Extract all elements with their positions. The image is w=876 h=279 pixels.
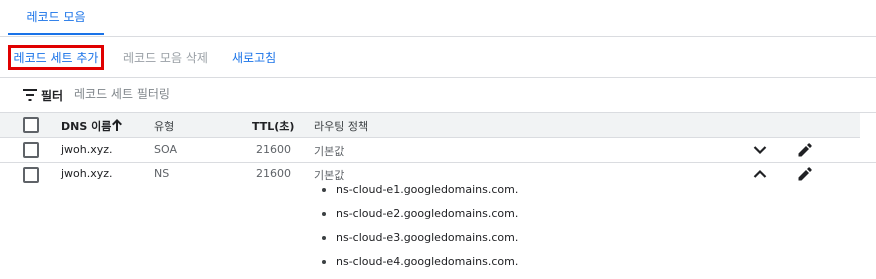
refresh-button[interactable]: 새로고침	[232, 45, 276, 70]
record-value: ns-cloud-e4.googledomains.com.	[336, 255, 519, 268]
tab-record-sets[interactable]: 레코드 모음	[8, 0, 104, 35]
column-header-type[interactable]: 유형	[154, 118, 174, 134]
edit-pencil-icon	[798, 167, 812, 181]
record-value: ns-cloud-e3.googledomains.com.	[336, 231, 519, 244]
column-header-routing-policy: 라우팅 정책	[314, 120, 369, 133]
bullet	[322, 212, 326, 216]
list-item: ns-cloud-e3.googledomains.com.	[322, 231, 518, 251]
routing-policy-cell: 기본값	[314, 145, 345, 158]
delete-record-sets-button[interactable]: 레코드 모음 삭제	[123, 45, 208, 70]
row-checkbox[interactable]	[23, 142, 39, 158]
ttl-cell: 21600	[256, 167, 291, 180]
action-bar: 레코드 세트 추가 레코드 모음 삭제 새로고침	[0, 37, 876, 78]
filter-input[interactable]	[74, 84, 294, 104]
routing-policy-cell: 기본값	[314, 169, 345, 182]
edit-record-button[interactable]	[796, 165, 814, 183]
column-header-dns-name[interactable]: DNS 이름	[61, 118, 111, 134]
bullet	[322, 260, 326, 264]
collapse-row-button[interactable]	[751, 165, 769, 183]
chevron-down-icon	[753, 146, 767, 155]
table-row: jwoh.xyz. NS 21600 기본값 ns-cloud-e1.googl…	[0, 163, 876, 268]
dns-name-cell: jwoh.xyz.	[61, 167, 113, 180]
record-value: ns-cloud-e2.googledomains.com.	[336, 207, 519, 220]
add-record-set-button[interactable]: 레코드 세트 추가	[8, 45, 104, 70]
filter-list-icon[interactable]	[23, 89, 37, 101]
record-data-list: ns-cloud-e1.googledomains.com. ns-cloud-…	[322, 183, 518, 279]
list-item: ns-cloud-e2.googledomains.com.	[322, 207, 518, 227]
chevron-up-icon	[753, 169, 767, 178]
filter-label: 필터	[41, 89, 64, 103]
row-checkbox[interactable]	[23, 167, 39, 183]
table-header: DNS 이름 유형 TTL(초) 라우팅 정책	[0, 113, 860, 138]
dns-name-cell: jwoh.xyz.	[61, 143, 113, 156]
list-item: ns-cloud-e1.googledomains.com.	[322, 183, 518, 203]
tab-bar: 레코드 모음	[0, 0, 876, 37]
list-item: ns-cloud-e4.googledomains.com.	[322, 255, 518, 275]
ttl-cell: 21600	[256, 143, 291, 156]
edit-pencil-icon	[798, 143, 812, 157]
type-cell: NS	[154, 167, 170, 180]
expand-row-button[interactable]	[751, 141, 769, 159]
edit-record-button[interactable]	[796, 141, 814, 159]
type-cell: SOA	[154, 143, 177, 156]
bullet	[322, 236, 326, 240]
column-header-ttl[interactable]: TTL(초)	[252, 118, 294, 134]
arrow-upward-icon[interactable]	[111, 118, 123, 132]
record-value: ns-cloud-e1.googledomains.com.	[336, 183, 519, 196]
select-all-checkbox[interactable]	[23, 117, 39, 133]
filter-bar: 필터	[0, 78, 876, 113]
table-row: jwoh.xyz. SOA 21600 기본값	[0, 138, 876, 163]
bullet	[322, 188, 326, 192]
